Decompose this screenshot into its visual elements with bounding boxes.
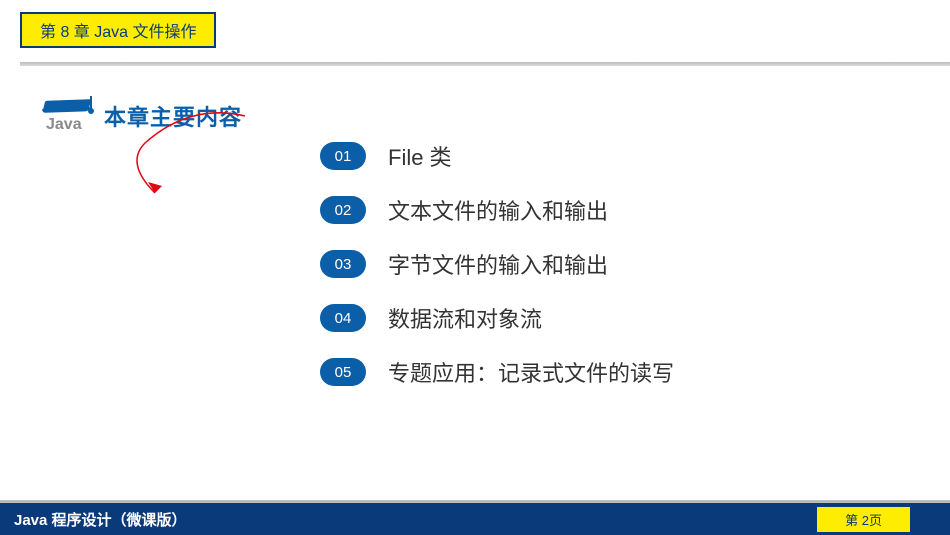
toc-number: 05	[320, 358, 366, 386]
java-cap-icon: Java	[40, 94, 96, 138]
heading-text: 本章主要内容	[104, 100, 242, 132]
footer-title: Java 程序设计（微课版）	[0, 509, 187, 530]
toc-number: 02	[320, 196, 366, 224]
toc-item: 02 文本文件的输入和输出	[320, 194, 674, 226]
section-heading: Java 本章主要内容	[40, 94, 242, 138]
chapter-tab: 第 8 章 Java 文件操作	[20, 12, 216, 48]
toc-text: File 类	[388, 140, 452, 172]
toc-text: 专题应用：记录式文件的读写	[388, 356, 674, 388]
toc-item: 01 File 类	[320, 140, 674, 172]
toc-item: 04 数据流和对象流	[320, 302, 674, 334]
toc-number: 01	[320, 142, 366, 170]
footer: Java 程序设计（微课版） 第 2页	[0, 503, 950, 535]
top-divider	[20, 62, 950, 66]
toc-text: 字节文件的输入和输出	[388, 248, 608, 280]
toc-number: 04	[320, 304, 366, 332]
toc-text: 文本文件的输入和输出	[388, 194, 608, 226]
page-number: 第 2页	[817, 507, 910, 532]
toc-item: 03 字节文件的输入和输出	[320, 248, 674, 280]
java-icon-label: Java	[46, 116, 82, 134]
toc-item: 05 专题应用：记录式文件的读写	[320, 356, 674, 388]
toc-number: 03	[320, 250, 366, 278]
toc-text: 数据流和对象流	[388, 302, 542, 334]
table-of-contents: 01 File 类 02 文本文件的输入和输出 03 字节文件的输入和输出 04…	[320, 140, 674, 410]
